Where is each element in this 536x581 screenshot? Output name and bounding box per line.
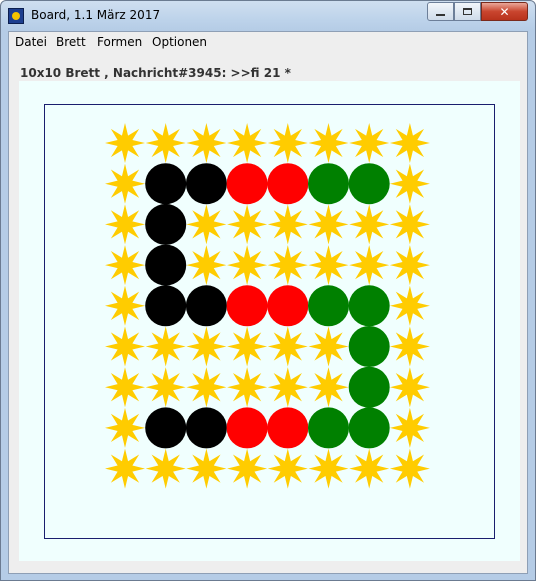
board-cell-star[interactable] <box>227 245 268 286</box>
client-area: Datei Brett Formen Optionen 10x10 Brett … <box>8 31 528 574</box>
board-cell-star[interactable] <box>267 326 308 367</box>
board-cell-star[interactable] <box>389 285 430 326</box>
board-cell-green-stone[interactable] <box>348 407 390 449</box>
board-cell-black-stone[interactable] <box>185 407 227 449</box>
board-cell-star[interactable] <box>186 448 227 489</box>
close-button[interactable]: ✕ <box>481 2 528 21</box>
board-cell-star[interactable] <box>105 163 145 204</box>
game-board[interactable] <box>45 105 494 538</box>
board-cell-star[interactable] <box>105 407 145 448</box>
app-board-icon[interactable] <box>8 8 24 24</box>
board-cell-black-stone[interactable] <box>145 407 187 449</box>
board-cell-green-stone[interactable] <box>348 366 390 408</box>
menu-formen[interactable]: Formen <box>97 35 142 49</box>
board-cell-star[interactable] <box>389 245 430 286</box>
board-cell-star[interactable] <box>227 367 268 408</box>
board-cell-red-stone[interactable] <box>267 285 309 327</box>
board-cell-star[interactable] <box>389 448 430 489</box>
board-cell-red-stone[interactable] <box>226 407 268 449</box>
board-cell-star[interactable] <box>308 123 349 163</box>
minimize-button[interactable] <box>427 2 454 21</box>
board-cell-star[interactable] <box>145 326 186 367</box>
board-frame <box>44 104 495 539</box>
board-cell-star[interactable] <box>105 204 145 245</box>
board-cell-green-stone[interactable] <box>348 326 390 367</box>
minimize-icon <box>436 14 445 16</box>
board-cell-black-stone[interactable] <box>145 244 187 286</box>
board-cell-star[interactable] <box>105 123 145 163</box>
board-cell-star[interactable] <box>389 123 430 163</box>
board-cell-green-stone[interactable] <box>348 285 390 327</box>
board-cell-red-stone[interactable] <box>226 285 268 327</box>
board-cell-black-stone[interactable] <box>145 285 187 327</box>
board-cell-star[interactable] <box>227 448 268 489</box>
board-cell-red-stone[interactable] <box>267 407 309 449</box>
board-cell-star[interactable] <box>227 204 268 245</box>
board-cell-star[interactable] <box>186 245 227 286</box>
board-cell-star[interactable] <box>389 367 430 408</box>
board-cell-star[interactable] <box>145 448 186 489</box>
board-cell-star[interactable] <box>105 326 145 367</box>
board-cell-star[interactable] <box>267 245 308 286</box>
board-cell-star[interactable] <box>349 123 390 163</box>
board-cell-star[interactable] <box>105 285 145 326</box>
board-cell-star[interactable] <box>145 367 186 408</box>
menu-optionen[interactable]: Optionen <box>152 35 207 49</box>
app-window: Board, 1.1 März 2017 ✕ Datei Brett Forme… <box>0 0 536 581</box>
board-cell-star[interactable] <box>267 123 308 163</box>
board-cell-green-stone[interactable] <box>348 163 390 205</box>
board-cell-star[interactable] <box>186 367 227 408</box>
board-cell-red-stone[interactable] <box>267 163 309 205</box>
menu-bar: Datei Brett Formen Optionen <box>9 32 527 53</box>
maximize-button[interactable] <box>454 2 481 21</box>
status-message: 10x10 Brett , Nachricht#3945: >>fi 21 * <box>20 66 291 80</box>
board-cell-star[interactable] <box>308 448 349 489</box>
board-cell-black-stone[interactable] <box>145 163 187 205</box>
board-cell-star[interactable] <box>227 326 268 367</box>
board-cell-star[interactable] <box>349 245 390 286</box>
board-cell-star[interactable] <box>186 123 227 163</box>
board-cell-star[interactable] <box>105 367 145 408</box>
board-cell-star[interactable] <box>267 204 308 245</box>
board-cell-star[interactable] <box>349 448 390 489</box>
board-cell-star[interactable] <box>389 407 430 448</box>
menu-brett[interactable]: Brett <box>56 35 86 49</box>
board-cell-black-stone[interactable] <box>145 203 187 245</box>
board-cell-star[interactable] <box>227 123 268 163</box>
board-cell-star[interactable] <box>308 204 349 245</box>
board-cell-star[interactable] <box>389 204 430 245</box>
board-cell-star[interactable] <box>105 245 145 286</box>
board-cell-black-stone[interactable] <box>185 163 227 205</box>
window-title: Board, 1.1 März 2017 <box>31 8 161 22</box>
board-cell-green-stone[interactable] <box>308 163 349 205</box>
board-cell-star[interactable] <box>105 448 145 489</box>
board-cell-star[interactable] <box>308 245 349 286</box>
board-cell-star[interactable] <box>389 326 430 367</box>
board-cell-green-stone[interactable] <box>308 285 349 327</box>
board-cell-star[interactable] <box>308 367 349 408</box>
menu-datei[interactable]: Datei <box>15 35 47 49</box>
board-cell-star[interactable] <box>349 204 390 245</box>
board-cell-star[interactable] <box>267 448 308 489</box>
board-cell-black-stone[interactable] <box>185 285 227 327</box>
board-cell-star[interactable] <box>186 326 227 367</box>
board-cell-star[interactable] <box>145 123 186 163</box>
close-icon: ✕ <box>499 4 510 19</box>
board-panel <box>19 81 520 561</box>
board-cell-red-stone[interactable] <box>226 163 268 205</box>
maximize-icon <box>463 8 472 15</box>
board-cell-star[interactable] <box>267 367 308 408</box>
board-cell-star[interactable] <box>186 204 227 245</box>
board-cell-green-stone[interactable] <box>308 407 349 449</box>
board-cell-star[interactable] <box>389 163 430 204</box>
board-cell-star[interactable] <box>308 326 349 367</box>
title-bar[interactable]: Board, 1.1 März 2017 ✕ <box>1 1 535 31</box>
